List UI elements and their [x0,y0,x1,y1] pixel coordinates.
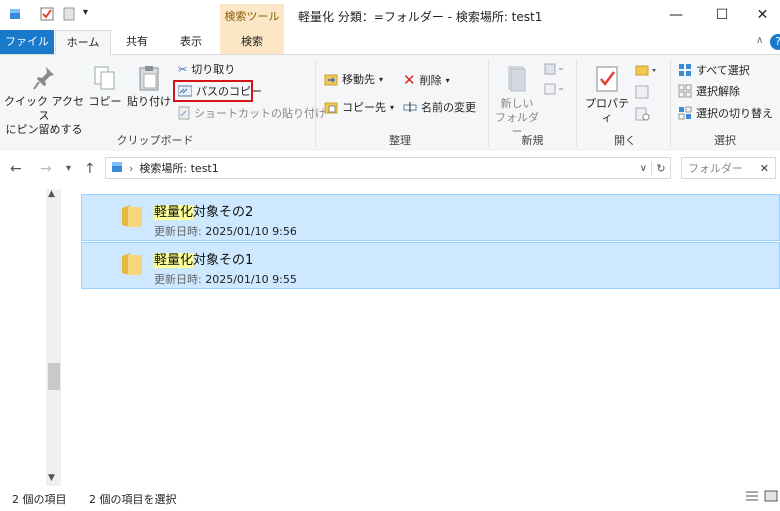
tab-file[interactable]: ファイル [0,30,54,54]
details-view-icon[interactable] [745,490,759,505]
invert-selection-icon [678,106,692,120]
copy-button[interactable]: コピー [88,65,122,109]
status-bar: 2 個の項目 2 個の項目を選択 [0,487,780,511]
move-to-button[interactable]: 移動先 ▾ [324,71,383,87]
divider [576,59,577,147]
cut-button[interactable]: ✂ 切り取り [178,61,235,77]
rename-button[interactable]: 名前の変更 [403,99,476,115]
scrollbar-thumb[interactable] [48,363,60,390]
up-arrow-icon[interactable]: ↑ [84,161,96,177]
item-name: 軽量化対象その1 [154,253,254,268]
new-folder-quick-icon[interactable] [62,7,76,21]
ribbon: クイック アクセス にピン留めする コピー 貼り付け ✂ 切り取り パスのコピー… [0,55,780,152]
paste-shortcut-icon [178,106,190,120]
copy-icon [94,66,115,90]
tab-share[interactable]: 共有 [110,30,164,54]
divider [670,59,671,147]
move-to-icon [324,74,338,86]
divider [488,59,489,147]
help-icon[interactable]: ? [770,34,780,50]
properties-icon [596,66,618,92]
folder-icon [120,251,144,280]
new-item-icon[interactable] [544,63,566,80]
scroll-down-icon[interactable]: ▼ [48,473,55,483]
vertical-scrollbar[interactable]: ▲ ▼ [46,189,61,486]
group-label-new: 新規 [521,134,544,147]
search-input[interactable]: フォルダー ✕ [681,157,776,179]
title-bar: ▾ 検索ツール 軽量化 分類：=フォルダー - 検索場所: test1 — ☐ … [0,0,780,30]
item-modified: 更新日時: 2025/01/10 9:55 [154,273,297,286]
item-name: 軽量化対象その2 [154,205,254,220]
address-dropdown-icon[interactable]: ∨ [640,163,647,174]
address-path: 検索場所: test1 [139,162,219,175]
forward-arrow-icon[interactable]: → [40,161,52,177]
quick-access-dropdown-icon[interactable]: ▾ [83,7,97,21]
delete-button[interactable]: ✕ 削除 ▾ [403,71,450,89]
invert-selection-button[interactable]: 選択の切り替え [678,105,773,121]
delete-icon: ✕ [403,71,416,89]
list-item[interactable]: 軽量化対象その1 更新日時: 2025/01/10 9:55 [81,242,780,289]
scroll-up-icon[interactable]: ▲ [48,189,55,199]
easy-access-icon[interactable] [544,83,566,100]
breadcrumb-chevron-icon: › [129,161,134,175]
clear-search-icon[interactable]: ✕ [760,162,769,175]
rename-icon [403,102,417,112]
item-count: 2 個の項目 [12,493,67,506]
select-none-button[interactable]: 選択解除 [678,83,740,99]
copy-to-icon [324,102,338,114]
address-bar[interactable]: › 検索場所: test1 ∨ ↻ [105,157,671,179]
maximize-button[interactable]: ☐ [699,0,745,30]
new-folder-icon [508,66,526,92]
refresh-icon[interactable]: ↻ [651,161,670,175]
properties-button[interactable]: プロパティ [580,65,634,125]
collapse-ribbon-icon[interactable]: ∧ [756,35,763,46]
select-none-icon [678,84,692,98]
tab-home[interactable]: ホーム [55,30,111,56]
tab-view[interactable]: 表示 [164,30,218,54]
close-button[interactable]: ✕ [745,0,780,30]
edit-icon[interactable] [635,85,651,102]
list-item[interactable]: 軽量化対象その2 更新日時: 2025/01/10 9:56 [81,194,780,241]
search-placeholder: フォルダー [688,162,743,175]
search-location-icon [111,161,123,176]
paste-button[interactable]: 貼り付け [126,65,172,109]
item-modified: 更新日時: 2025/01/10 9:56 [154,225,297,238]
select-all-button[interactable]: すべて選択 [678,62,750,78]
ribbon-tabs: ファイル ホーム 共有 表示 検索 ∧ ? [0,30,780,56]
group-label-select: 選択 [714,134,736,147]
folder-icon [120,203,144,232]
new-folder-button[interactable]: 新しい フォルダー [492,65,542,139]
divider [315,59,316,147]
context-tab-group: 検索ツール [220,4,284,30]
tab-search[interactable]: 検索 [220,30,284,54]
pin-quick-access-button[interactable]: クイック アクセス にピン留めする [4,65,84,137]
pin-icon [33,67,54,90]
select-all-icon [679,64,691,76]
paste-shortcut-button[interactable]: ショートカットの貼り付け [178,105,326,121]
annotation-highlight-box [173,80,253,102]
recent-locations-icon[interactable]: ▾ [66,163,71,174]
properties-quick-icon[interactable] [40,7,54,21]
group-label-clipboard: クリップボード [116,134,194,147]
window-title: 軽量化 分類：=フォルダー - 検索場所: test1 [298,10,543,24]
group-label-organize: 整理 [389,134,411,147]
large-icons-view-icon[interactable] [764,490,778,505]
history-icon[interactable] [635,107,651,124]
scissors-icon: ✂ [178,62,188,76]
selected-count: 2 個の項目を選択 [89,493,177,506]
back-arrow-icon[interactable]: ← [10,161,22,177]
open-icon[interactable] [635,63,661,80]
group-label-open: 開く [614,134,636,147]
app-icon [8,7,22,21]
paste-icon [139,66,159,91]
minimize-button[interactable]: — [653,0,699,30]
copy-to-button[interactable]: コピー先 ▾ [324,99,394,115]
